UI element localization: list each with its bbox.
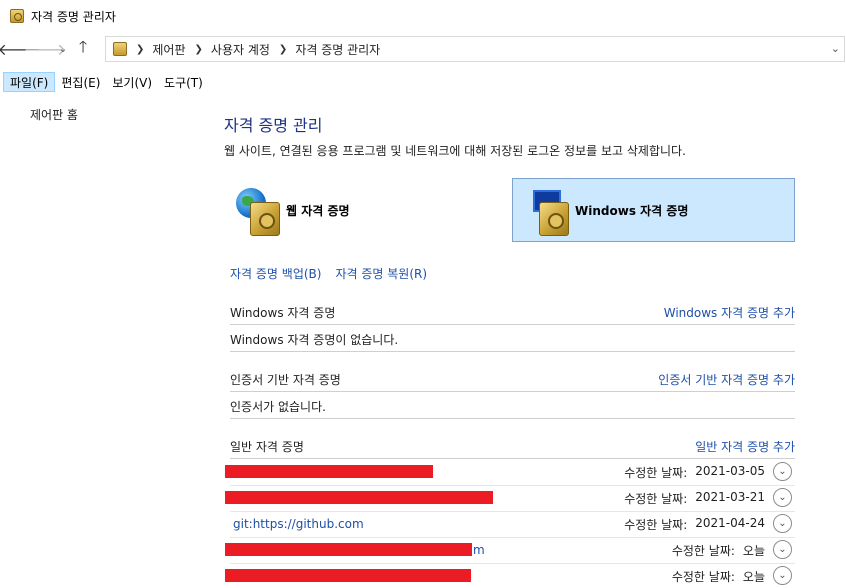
web-credentials-tile[interactable]: 웹 자격 증명 <box>232 178 502 242</box>
add-generic-credential-link[interactable]: 일반 자격 증명 추가 <box>695 438 795 455</box>
divider <box>230 458 795 459</box>
page-description: 웹 사이트, 연결된 응용 프로그램 및 네트워크에 대해 저장된 로그온 정보… <box>224 144 686 158</box>
credential-name: git:https://github.com <box>233 517 364 531</box>
chevron-down-icon[interactable]: ⌄ <box>773 540 792 559</box>
divider <box>230 391 795 392</box>
windows-credentials-heading: Windows 자격 증명 <box>230 305 336 320</box>
chevron-right-icon[interactable]: ❯ <box>136 44 144 55</box>
redacted-credential-name <box>225 543 472 556</box>
navigation-bar: 🡐 🡒 ⌄ 🡑 ❯ 제어판 ❯ 사용자 계정 ❯ 자격 증명 관리자 ⌄ <box>0 34 846 64</box>
modified-date: 오늘 <box>742 569 765 584</box>
backup-restore-links: 자격 증명 백업(B) 자격 증명 복원(R) <box>230 265 427 282</box>
address-bar[interactable]: ❯ 제어판 ❯ 사용자 계정 ❯ 자격 증명 관리자 ⌄ <box>105 36 845 62</box>
redacted-credential-name <box>225 491 493 504</box>
modified-label: 수정한 날짜: <box>624 517 688 532</box>
chevron-down-icon[interactable]: ⌄ <box>773 514 792 533</box>
generic-credentials-header: 일반 자격 증명 일반 자격 증명 추가 <box>230 437 795 455</box>
windows-vault-icon <box>521 182 573 238</box>
windows-credentials-tile[interactable]: Windows 자격 증명 <box>512 178 795 242</box>
generic-credentials-heading: 일반 자격 증명 <box>230 439 304 454</box>
menu-edit[interactable]: 편집(E) <box>55 72 106 92</box>
windows-credentials-header: Windows 자격 증명 Windows 자격 증명 추가 <box>230 303 795 321</box>
certificate-credentials-empty: 인증서가 없습니다. <box>230 400 326 414</box>
divider <box>230 324 795 325</box>
modified-label: 수정한 날짜: <box>671 543 735 558</box>
breadcrumb-user-accounts[interactable]: 사용자 계정 <box>211 41 270 58</box>
breadcrumb-control-panel[interactable]: 제어판 <box>152 41 185 58</box>
chevron-right-icon[interactable]: ❯ <box>279 44 287 55</box>
redacted-credential-name <box>225 569 471 582</box>
credential-modified: 수정한 날짜: 2021-03-05 <box>624 464 765 481</box>
title-bar: 자격 증명 관리자 <box>0 0 846 32</box>
credential-row[interactable]: git:https://github.com 수정한 날짜: 2021-04-2… <box>230 512 795 536</box>
control-panel-home-link[interactable]: 제어판 홈 <box>30 106 78 123</box>
chevron-down-icon[interactable]: ⌄ <box>773 566 792 585</box>
add-windows-credential-link[interactable]: Windows 자격 증명 추가 <box>664 304 795 321</box>
credential-row[interactable]: 수정한 날짜: 오늘 ⌄ <box>225 564 795 588</box>
divider <box>230 351 795 352</box>
credential-modified: 수정한 날짜: 오늘 <box>672 568 765 585</box>
credential-modified: 수정한 날짜: 오늘 <box>672 542 765 559</box>
chevron-down-icon[interactable]: ⌄ <box>831 42 840 55</box>
add-certificate-credential-link[interactable]: 인증서 기반 자격 증명 추가 <box>658 371 795 388</box>
modified-date: 오늘 <box>742 543 765 558</box>
divider <box>230 418 795 419</box>
breadcrumb-credential-manager[interactable]: 자격 증명 관리자 <box>295 41 380 58</box>
page-title: 자격 증명 관리 <box>224 116 323 135</box>
credential-row[interactable]: 수정한 날짜: 2021-03-21 ⌄ <box>225 486 795 510</box>
credential-modified: 수정한 날짜: 2021-03-21 <box>624 490 765 507</box>
menu-bar: 파일(F) 편집(E) 보기(V) 도구(T) <box>0 71 846 93</box>
recent-locations-button[interactable]: ⌄ <box>56 38 70 60</box>
modified-label: 수정한 날짜: <box>624 465 688 480</box>
modified-label: 수정한 날짜: <box>624 491 688 506</box>
menu-tools[interactable]: 도구(T) <box>158 72 209 92</box>
modified-date: 2021-03-21 <box>695 489 765 504</box>
restore-credentials-link[interactable]: 자격 증명 복원(R) <box>335 265 427 282</box>
menu-view[interactable]: 보기(V) <box>106 72 158 92</box>
window-title: 자격 증명 관리자 <box>31 9 116 24</box>
redacted-credential-name <box>225 465 433 478</box>
modified-date: 2021-03-05 <box>695 463 765 478</box>
credential-name-tail: m <box>473 543 485 557</box>
certificate-credentials-header: 인증서 기반 자격 증명 인증서 기반 자격 증명 추가 <box>230 370 795 388</box>
windows-credentials-empty: Windows 자격 증명이 없습니다. <box>230 333 399 347</box>
credential-row[interactable]: m 수정한 날짜: 오늘 ⌄ <box>225 538 795 562</box>
modified-label: 수정한 날짜: <box>671 569 735 584</box>
credential-modified: 수정한 날짜: 2021-04-24 <box>624 516 765 533</box>
forward-button[interactable]: 🡒 <box>24 38 67 60</box>
windows-credentials-label: Windows 자격 증명 <box>575 203 689 218</box>
modified-date: 2021-04-24 <box>695 515 765 530</box>
backup-credentials-link[interactable]: 자격 증명 백업(B) <box>230 265 321 282</box>
chevron-down-icon[interactable]: ⌄ <box>773 462 792 481</box>
menu-file[interactable]: 파일(F) <box>3 72 56 92</box>
certificate-credentials-heading: 인증서 기반 자격 증명 <box>230 372 341 387</box>
web-credentials-label: 웹 자격 증명 <box>286 203 350 218</box>
chevron-right-icon[interactable]: ❯ <box>195 44 203 55</box>
control-panel-icon <box>113 42 127 56</box>
credential-manager-icon <box>10 9 24 23</box>
chevron-down-icon[interactable]: ⌄ <box>773 488 792 507</box>
up-button[interactable]: 🡑 <box>72 37 94 60</box>
credential-row[interactable]: 수정한 날짜: 2021-03-05 ⌄ <box>225 460 795 484</box>
web-vault-icon <box>232 182 284 238</box>
